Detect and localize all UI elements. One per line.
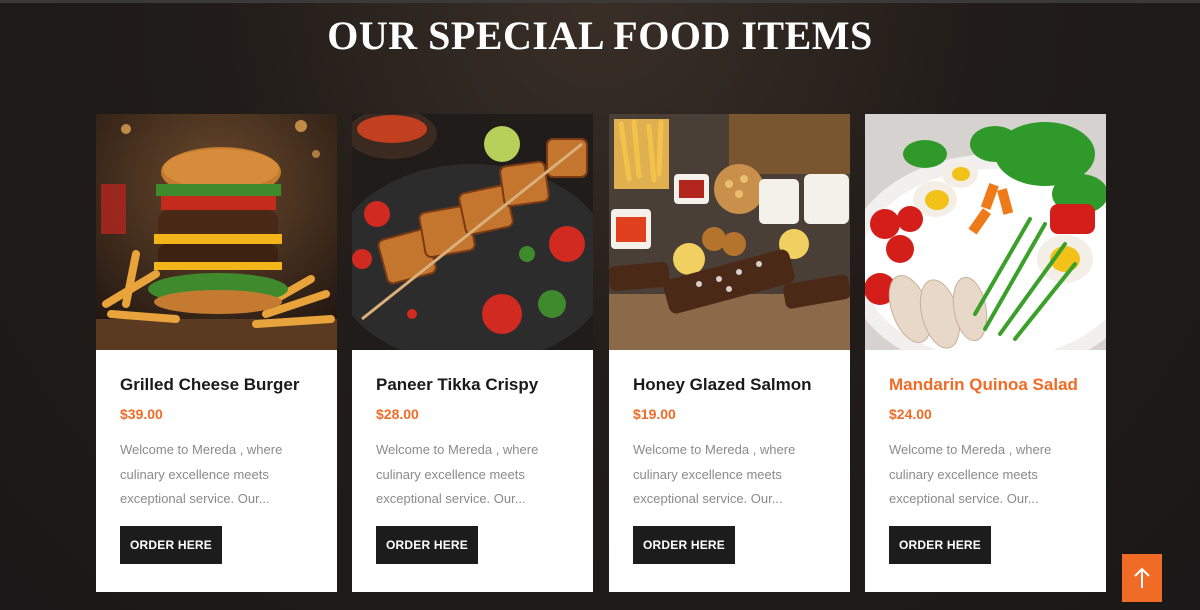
food-card: Paneer Tikka Crispy $28.00 Welcome to Me… <box>352 114 593 592</box>
arrow-up-icon <box>1134 567 1150 588</box>
item-description: Welcome to Mereda , where culinary excel… <box>889 442 1052 506</box>
item-description: Welcome to Mereda , where culinary excel… <box>120 442 283 506</box>
food-card: Honey Glazed Salmon $19.00 Welcome to Me… <box>609 114 850 592</box>
item-description: Welcome to Mereda , where culinary excel… <box>633 442 796 506</box>
food-items-grid: Grilled Cheese Burger $39.00 Welcome to … <box>96 114 1106 592</box>
item-description: Welcome to Mereda , where culinary excel… <box>376 442 539 506</box>
item-title[interactable]: Mandarin Quinoa Salad <box>889 375 1078 395</box>
item-price: $39.00 <box>120 406 163 422</box>
item-title[interactable]: Grilled Cheese Burger <box>120 375 300 395</box>
salmon-platter-image[interactable] <box>609 114 850 350</box>
order-here-button[interactable]: ORDER HERE <box>633 526 735 564</box>
order-here-button[interactable]: ORDER HERE <box>376 526 478 564</box>
food-card: Grilled Cheese Burger $39.00 Welcome to … <box>96 114 337 592</box>
section-title: OUR SPECIAL FOOD ITEMS <box>327 13 873 58</box>
item-price: $28.00 <box>376 406 419 422</box>
salad-image[interactable] <box>865 114 1106 350</box>
scroll-to-top-button[interactable] <box>1122 554 1162 602</box>
paneer-tikka-image[interactable] <box>352 114 593 350</box>
item-title[interactable]: Honey Glazed Salmon <box>633 375 812 395</box>
item-price: $24.00 <box>889 406 932 422</box>
item-title[interactable]: Paneer Tikka Crispy <box>376 375 538 395</box>
top-divider <box>0 0 1200 3</box>
order-here-button[interactable]: ORDER HERE <box>889 526 991 564</box>
burger-image[interactable] <box>96 114 337 350</box>
item-price: $19.00 <box>633 406 676 422</box>
order-here-button[interactable]: ORDER HERE <box>120 526 222 564</box>
food-card: Mandarin Quinoa Salad $24.00 Welcome to … <box>865 114 1106 592</box>
